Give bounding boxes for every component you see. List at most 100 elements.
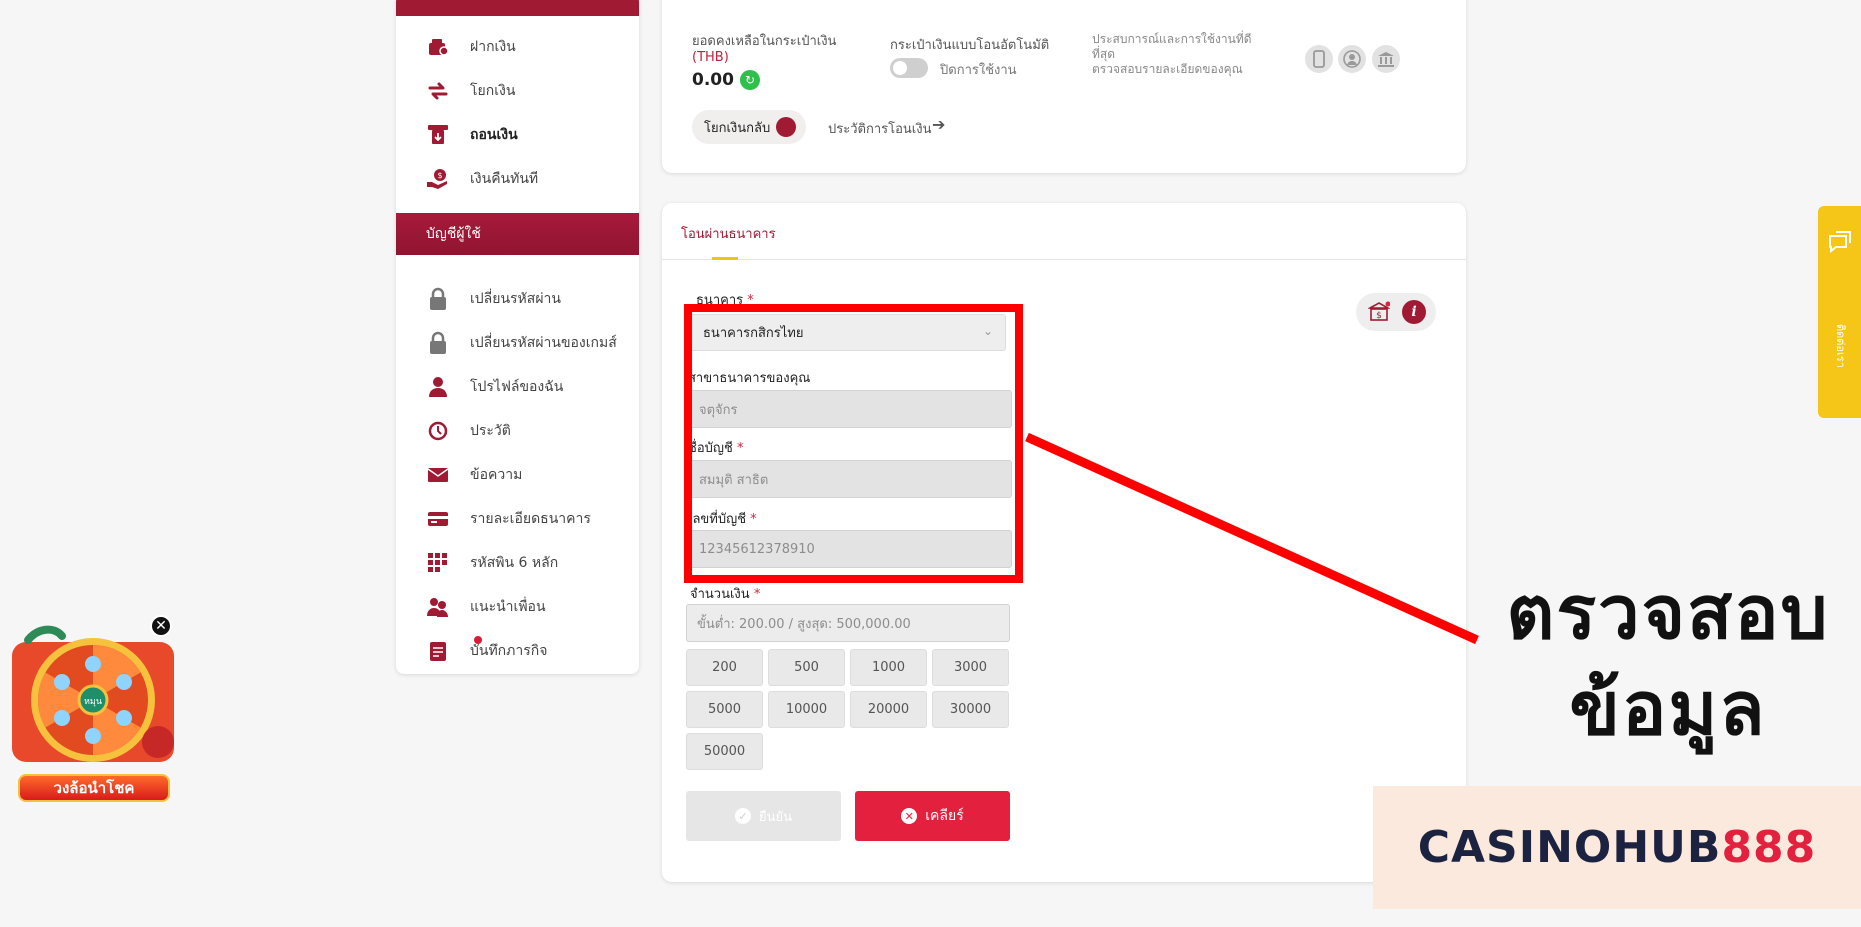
annotation-line-1: ตรวจสอบ (1506, 570, 1830, 656)
sidebar-item-pin[interactable]: รหัสพิน 6 หลัก (396, 543, 639, 583)
close-icon[interactable]: ✕ (150, 615, 172, 637)
sidebar-item-label: โยกเงิน (470, 83, 516, 99)
info-pill: $ i (1356, 293, 1436, 331)
swap-icon (426, 79, 450, 103)
sidebar-item-label: ประวัติ (470, 423, 511, 439)
card-icon (426, 507, 450, 531)
wallet-balance: 0.00 (692, 70, 734, 90)
sidebar-top-header (396, 0, 639, 16)
amount-option[interactable]: 30000 (932, 691, 1009, 728)
sidebar-section-account: บัญชีผู้ใช้ (396, 213, 639, 255)
balance-label-text: ยอดคงเหลือในกระเป๋าเงิน (692, 34, 837, 49)
amount-option[interactable]: 10000 (768, 691, 845, 728)
sidebar-item-withdraw[interactable]: ถอนเงิน (396, 115, 639, 155)
friends-icon (426, 595, 450, 619)
sidebar-item-label: บันทึกภารกิจ (470, 643, 548, 659)
amount-option[interactable]: 5000 (686, 691, 763, 728)
check-icon: ✓ (734, 808, 751, 824)
highlight-box (684, 304, 1023, 583)
confirm-button[interactable]: ✓ ยืนยัน (686, 791, 841, 841)
withdraw-icon (426, 123, 450, 147)
sidebar-item-label: ข้อความ (470, 467, 523, 483)
sidebar-item-bank-details[interactable]: รายละเอียดธนาคาร (396, 499, 639, 539)
toggle-status: ปิดการใช้งาน (940, 63, 1017, 78)
sidebar-item-change-game-password[interactable]: เปลี่ยนรหัสผ่านของเกมส์ (396, 323, 639, 363)
amount-option[interactable]: 20000 (850, 691, 927, 728)
sidebar-item-profile[interactable]: โปรไฟล์ของฉัน (396, 367, 639, 407)
tab-active-indicator (712, 257, 738, 260)
sidebar-item-transfer[interactable]: โยกเงิน (396, 71, 639, 111)
amount-label-text: จำนวนเงิน (690, 587, 750, 602)
amount-option[interactable]: 200 (686, 649, 763, 686)
experience-sub: ตรวจสอบรายละเอียดของคุณ (1092, 62, 1243, 76)
sidebar-menu: ฝากเงิน โยกเงิน ถอนเงิน $ เงินคืนทันที บ… (396, 0, 639, 674)
transfer-back-icon (776, 117, 796, 137)
tab-bank-transfer[interactable]: โอนผ่านธนาคาร (681, 223, 776, 244)
sidebar-item-label: รหัสพิน 6 หลัก (470, 555, 559, 571)
wallet-card: ยอดคงเหลือในกระเป๋าเงิน (THB) 0.00 ↻ กระ… (662, 0, 1466, 173)
casinohub-watermark: CASINOHUB 888 (1373, 786, 1861, 909)
watermark-part-2: 888 (1721, 822, 1817, 873)
confirm-label: ยืนยัน (758, 809, 792, 825)
sidebar-item-label: เปลี่ยนรหัสผ่านของเกมส์ (470, 335, 617, 351)
amount-option[interactable]: 3000 (932, 649, 1009, 686)
toggle-knob (893, 61, 907, 75)
balance-label: ยอดคงเหลือในกระเป๋าเงิน (THB) (692, 34, 862, 66)
currency-label: (THB) (692, 50, 729, 65)
history-icon (426, 419, 450, 443)
experience-label: ประสบการณ์และการใช้งานที่ดีที่สุด (1092, 32, 1252, 61)
mission-icon (426, 636, 482, 663)
bank-icon[interactable] (1372, 45, 1400, 73)
contact-tab-label: ติดต่อเรา (1834, 324, 1847, 368)
transfer-back-label: โยกเงินกลับ (704, 120, 771, 136)
close-icon: ✕ (901, 808, 918, 824)
sidebar-item-change-password[interactable]: เปลี่ยนรหัสผ่าน (396, 279, 639, 319)
clear-label: เคลียร์ (925, 808, 964, 824)
lock-icon (426, 287, 450, 311)
sidebar-item-messages[interactable]: ข้อความ (396, 455, 639, 495)
contact-side-tab[interactable]: ติดต่อเรา (1818, 206, 1861, 418)
wallet-icon (426, 35, 450, 59)
auto-transfer-toggle[interactable] (890, 58, 928, 78)
amount-input[interactable]: ขั้นต่ำ: 200.00 / สูงสุด: 500,000.00 (686, 604, 1010, 642)
transfer-history-link[interactable]: ประวัติการโอนเงิน (828, 118, 931, 139)
sidebar-item-label: โปรไฟล์ของฉัน (470, 379, 564, 395)
mail-icon (426, 463, 450, 487)
user-circle-icon[interactable] (1338, 45, 1366, 73)
info-icon[interactable]: i (1402, 300, 1426, 324)
sidebar-item-label: เปลี่ยนรหัสผ่าน (470, 291, 561, 307)
experience-info: ประสบการณ์และการใช้งานที่ดีที่สุด ตรวจสอ… (1092, 32, 1272, 77)
amount-option[interactable]: 50000 (686, 733, 763, 770)
required-mark: * (753, 587, 761, 602)
arrow-right-icon[interactable]: ➔ (932, 115, 945, 134)
annotation-line-2: ข้อมูล (1569, 666, 1767, 752)
sidebar-item-deposit[interactable]: ฝากเงิน (396, 27, 639, 67)
sidebar-item-history[interactable]: ประวัติ (396, 411, 639, 451)
lucky-wheel-label[interactable]: วงล้อนำโชค (18, 774, 170, 802)
svg-text:$: $ (437, 171, 442, 180)
wheel-center-label: หมุน (84, 697, 102, 707)
sidebar-section-title: บัญชีผู้ใช้ (426, 226, 481, 242)
amount-option[interactable]: 1000 (850, 649, 927, 686)
sidebar-item-mission[interactable]: บันทึกภารกิจ (396, 631, 639, 671)
chat-icon (1829, 231, 1851, 254)
annotation-text: ตรวจสอบ ข้อมูล (1458, 565, 1861, 757)
watermark-part-1: CASINOHUB (1417, 822, 1722, 873)
sidebar-item-label: ถอนเงิน (470, 127, 518, 143)
tab-bar: โอนผ่านธนาคาร (662, 203, 1466, 260)
clear-button[interactable]: ✕ เคลียร์ (855, 791, 1010, 841)
cashback-icon: $ (426, 167, 450, 191)
transfer-back-button[interactable]: โยกเงินกลับ (692, 110, 806, 144)
mobile-icon[interactable] (1305, 45, 1333, 73)
amount-option[interactable]: 500 (768, 649, 845, 686)
sidebar-item-cashback[interactable]: $ เงินคืนทันที (396, 159, 639, 199)
amount-label: จำนวนเงิน * (690, 583, 760, 604)
user-icon (426, 375, 450, 399)
sidebar-item-refer-friend[interactable]: แนะนำเพื่อน (396, 587, 639, 627)
wheel-icon: หมุน (12, 625, 174, 762)
notification-dot (474, 636, 482, 644)
bank-receipt-icon[interactable]: $ (1368, 301, 1390, 323)
sidebar-item-label: รายละเอียดธนาคาร (470, 511, 591, 527)
refresh-icon[interactable]: ↻ (740, 70, 760, 90)
auto-transfer-label: กระเป๋าเงินแบบโอนอัตโนมัติ (890, 38, 1050, 53)
